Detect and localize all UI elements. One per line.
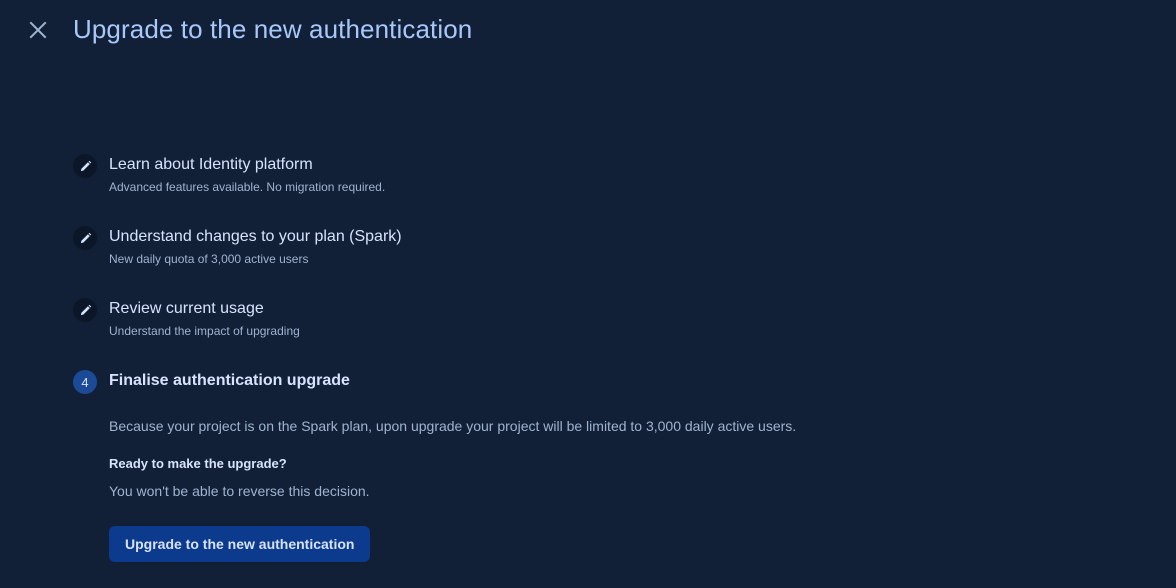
step-subtitle: Understand the impact of upgrading: [109, 324, 300, 338]
pencil-icon: [73, 154, 97, 178]
pencil-icon: [73, 298, 97, 322]
pencil-icon: [73, 226, 97, 250]
active-step-content: Because your project is on the Spark pla…: [109, 418, 1009, 562]
irreversible-warning: You won't be able to reverse this decisi…: [109, 483, 370, 499]
plan-limit-description: Because your project is on the Spark pla…: [109, 418, 797, 434]
ready-heading: Ready to make the upgrade?: [109, 456, 287, 471]
step-title: Review current usage: [109, 300, 264, 317]
step-understand-plan-changes[interactable]: Understand changes to your plan (Spark) …: [73, 224, 1073, 296]
stepper: Learn about Identity platform Advanced f…: [73, 152, 1073, 440]
close-button[interactable]: [24, 16, 52, 44]
step-title: Understand changes to your plan (Spark): [109, 228, 402, 245]
dialog-header: Upgrade to the new authentication: [0, 0, 1176, 62]
step-review-usage[interactable]: Review current usage Understand the impa…: [73, 296, 1073, 368]
step-subtitle: Advanced features available. No migratio…: [109, 180, 386, 194]
close-icon: [29, 21, 47, 39]
step-title: Learn about Identity platform: [109, 156, 313, 173]
upgrade-button[interactable]: Upgrade to the new authentication: [109, 526, 371, 562]
page-title: Upgrade to the new authentication: [73, 14, 473, 44]
step-subtitle: New daily quota of 3,000 active users: [109, 252, 309, 266]
step-title: Finalise authentication upgrade: [109, 372, 350, 389]
step-learn-identity-platform[interactable]: Learn about Identity platform Advanced f…: [73, 152, 1073, 224]
step-number-badge: 4: [73, 370, 97, 394]
upgrade-dialog: Upgrade to the new authentication Learn …: [0, 0, 1176, 588]
